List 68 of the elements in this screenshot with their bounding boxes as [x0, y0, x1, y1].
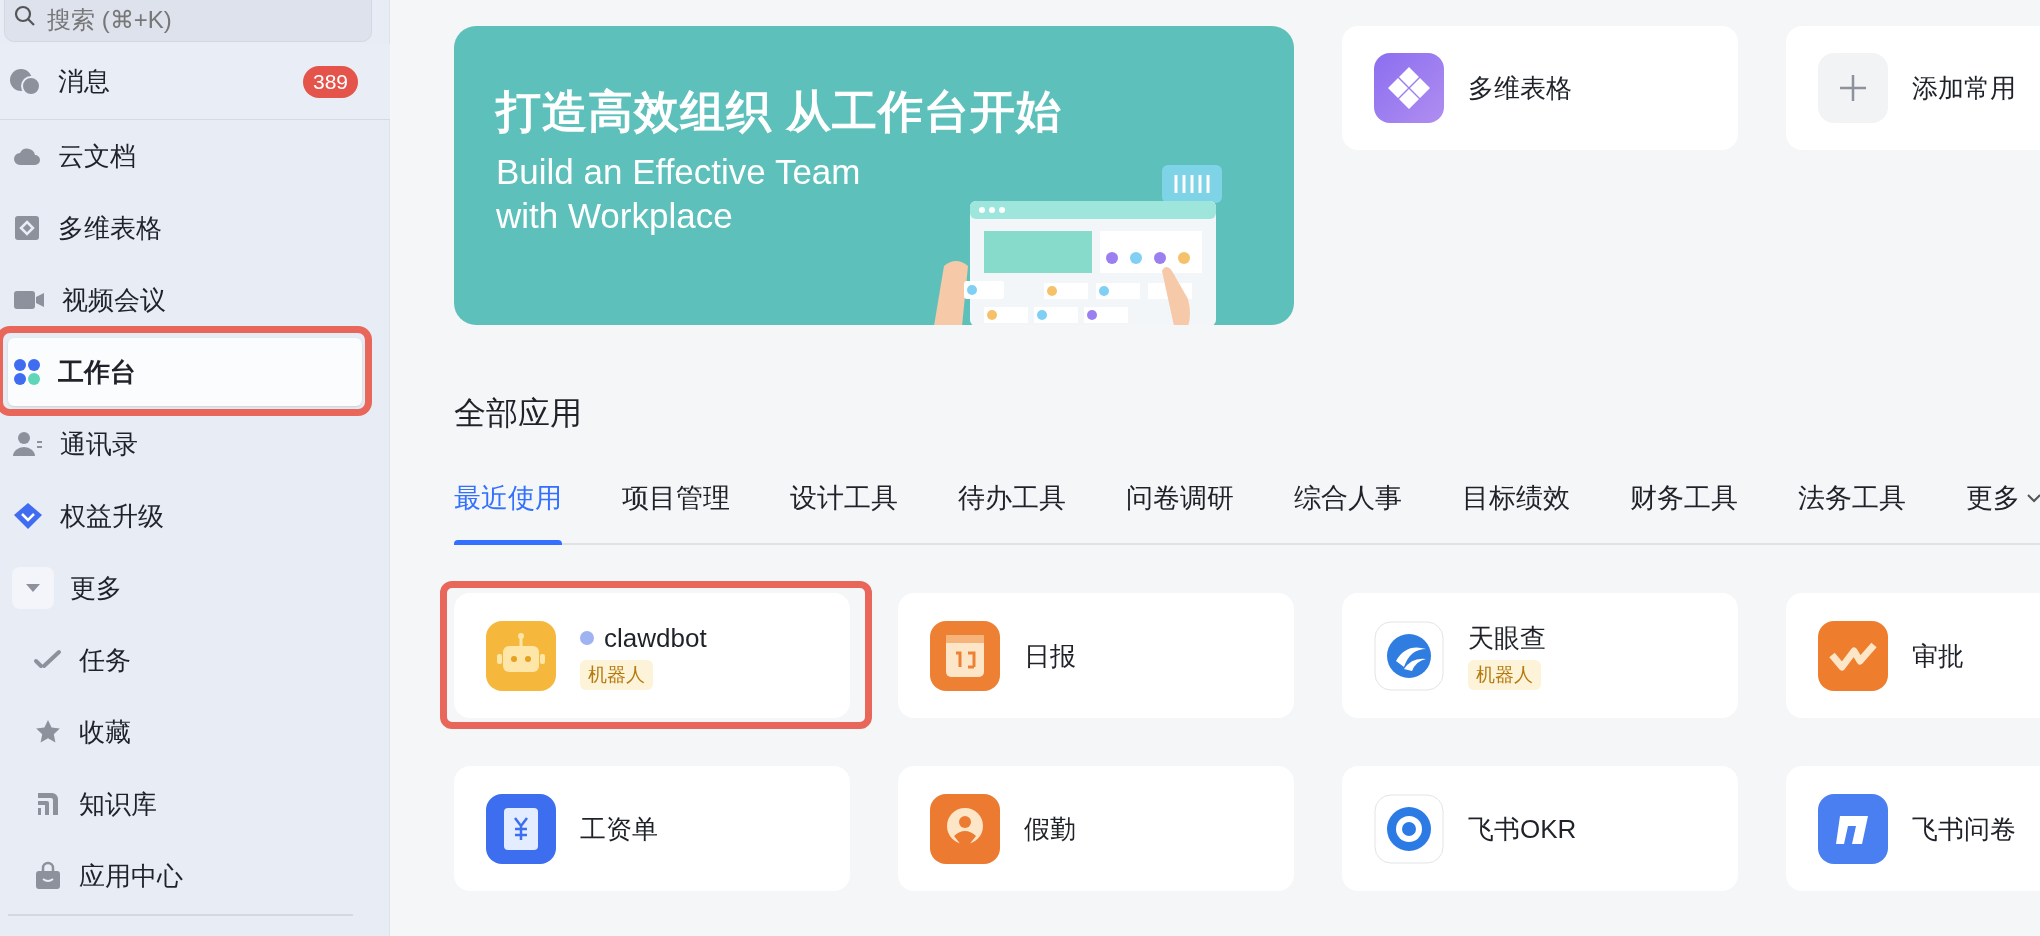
app-card[interactable]: 审批: [1786, 593, 2040, 718]
category-tab[interactable]: 问卷调研: [1126, 481, 1234, 543]
yen-document-icon: [486, 793, 556, 864]
category-tab[interactable]: 更多: [1966, 481, 2040, 543]
sidebar-item[interactable]: 收藏: [33, 698, 387, 766]
robot-icon: [486, 620, 556, 691]
sidebar-item[interactable]: 通讯录: [8, 410, 362, 478]
shortcut-card[interactable]: 添加常用: [1786, 26, 2040, 150]
app-name: clawdbot: [604, 621, 707, 654]
banner-subtitle: Build an Effective Team with Workplace: [496, 151, 862, 237]
chevron-down-icon: [2026, 493, 2040, 503]
app-card[interactable]: 飞书OKR: [1342, 766, 1738, 891]
shopping-bag-icon: [33, 861, 63, 891]
app-card[interactable]: clawdbot 机器人: [454, 593, 850, 718]
app-card[interactable]: 假勤: [898, 766, 1294, 891]
shortcut-card[interactable]: 多维表格: [1342, 26, 1738, 150]
table-icon: [12, 213, 42, 243]
collapse-toggle[interactable]: [12, 567, 54, 609]
sidebar-item[interactable]: 应用中心: [33, 842, 387, 910]
table-app-icon: [1374, 53, 1444, 123]
swirl-icon: [1374, 620, 1444, 691]
unread-count-badge: 389: [302, 65, 358, 98]
app-card[interactable]: 工资单: [454, 766, 850, 891]
category-tab[interactable]: 目标绩效: [1462, 481, 1570, 543]
app-name: 审批: [1912, 639, 1964, 672]
search-placeholder: 搜索 (⌘+K): [47, 5, 172, 32]
contacts-icon: [12, 429, 44, 459]
section-title: 全部应用: [454, 394, 583, 433]
messages-item[interactable]: 消息 389: [0, 62, 390, 101]
messages-label: 消息: [58, 65, 111, 98]
plus-icon: [1818, 53, 1888, 123]
app-tag: 机器人: [580, 659, 653, 690]
app-card[interactable]: 天眼查 机器人: [1342, 593, 1738, 718]
slanted-letter-icon: [1818, 793, 1888, 864]
category-tab[interactable]: 财务工具: [1630, 481, 1738, 543]
diamond-icon: [12, 501, 44, 531]
category-tab[interactable]: 设计工具: [790, 481, 898, 543]
app-name: 假勤: [1024, 812, 1076, 845]
sidebar-item[interactable]: 工作台: [8, 338, 362, 406]
app-name: 日报: [1024, 639, 1076, 672]
app-name: 工资单: [580, 812, 658, 845]
search-icon: [13, 4, 37, 28]
location-pin-icon: [930, 793, 1000, 864]
sidebar-item[interactable]: 任务: [33, 626, 387, 694]
four-dots-icon: [12, 357, 42, 387]
calendar-icon: [930, 620, 1000, 691]
app-card[interactable]: 日报: [898, 593, 1294, 718]
banner-title: 打造高效组织 从工作台开始: [496, 85, 1063, 139]
category-tab[interactable]: 最近使用: [454, 481, 562, 543]
caret-down-icon: [25, 583, 41, 593]
category-tab[interactable]: 综合人事: [1294, 481, 1402, 543]
sidebar-item[interactable]: 更多: [8, 554, 362, 622]
app-name: 飞书OKR: [1468, 812, 1577, 845]
app-tag: 机器人: [1468, 659, 1541, 690]
sidebar-item[interactable]: 权益升级: [8, 482, 362, 550]
sidebar-item[interactable]: 云文档: [8, 122, 362, 190]
category-tab[interactable]: 法务工具: [1798, 481, 1906, 543]
sidebar-item[interactable]: 视频会议: [8, 266, 362, 334]
category-tab[interactable]: 项目管理: [622, 481, 730, 543]
app-name: 飞书问卷: [1912, 812, 2016, 845]
app-card[interactable]: 飞书问卷: [1786, 766, 2040, 891]
app-name: 天眼查: [1468, 621, 1546, 654]
target-ring-icon: [1374, 793, 1444, 864]
sidebar-item[interactable]: 多维表格: [8, 194, 362, 262]
category-tab[interactable]: 待办工具: [958, 481, 1066, 543]
chat-bubbles-icon: [8, 66, 42, 97]
sidebar-item[interactable]: 知识库: [33, 770, 387, 838]
double-check-icon: [1818, 620, 1888, 691]
